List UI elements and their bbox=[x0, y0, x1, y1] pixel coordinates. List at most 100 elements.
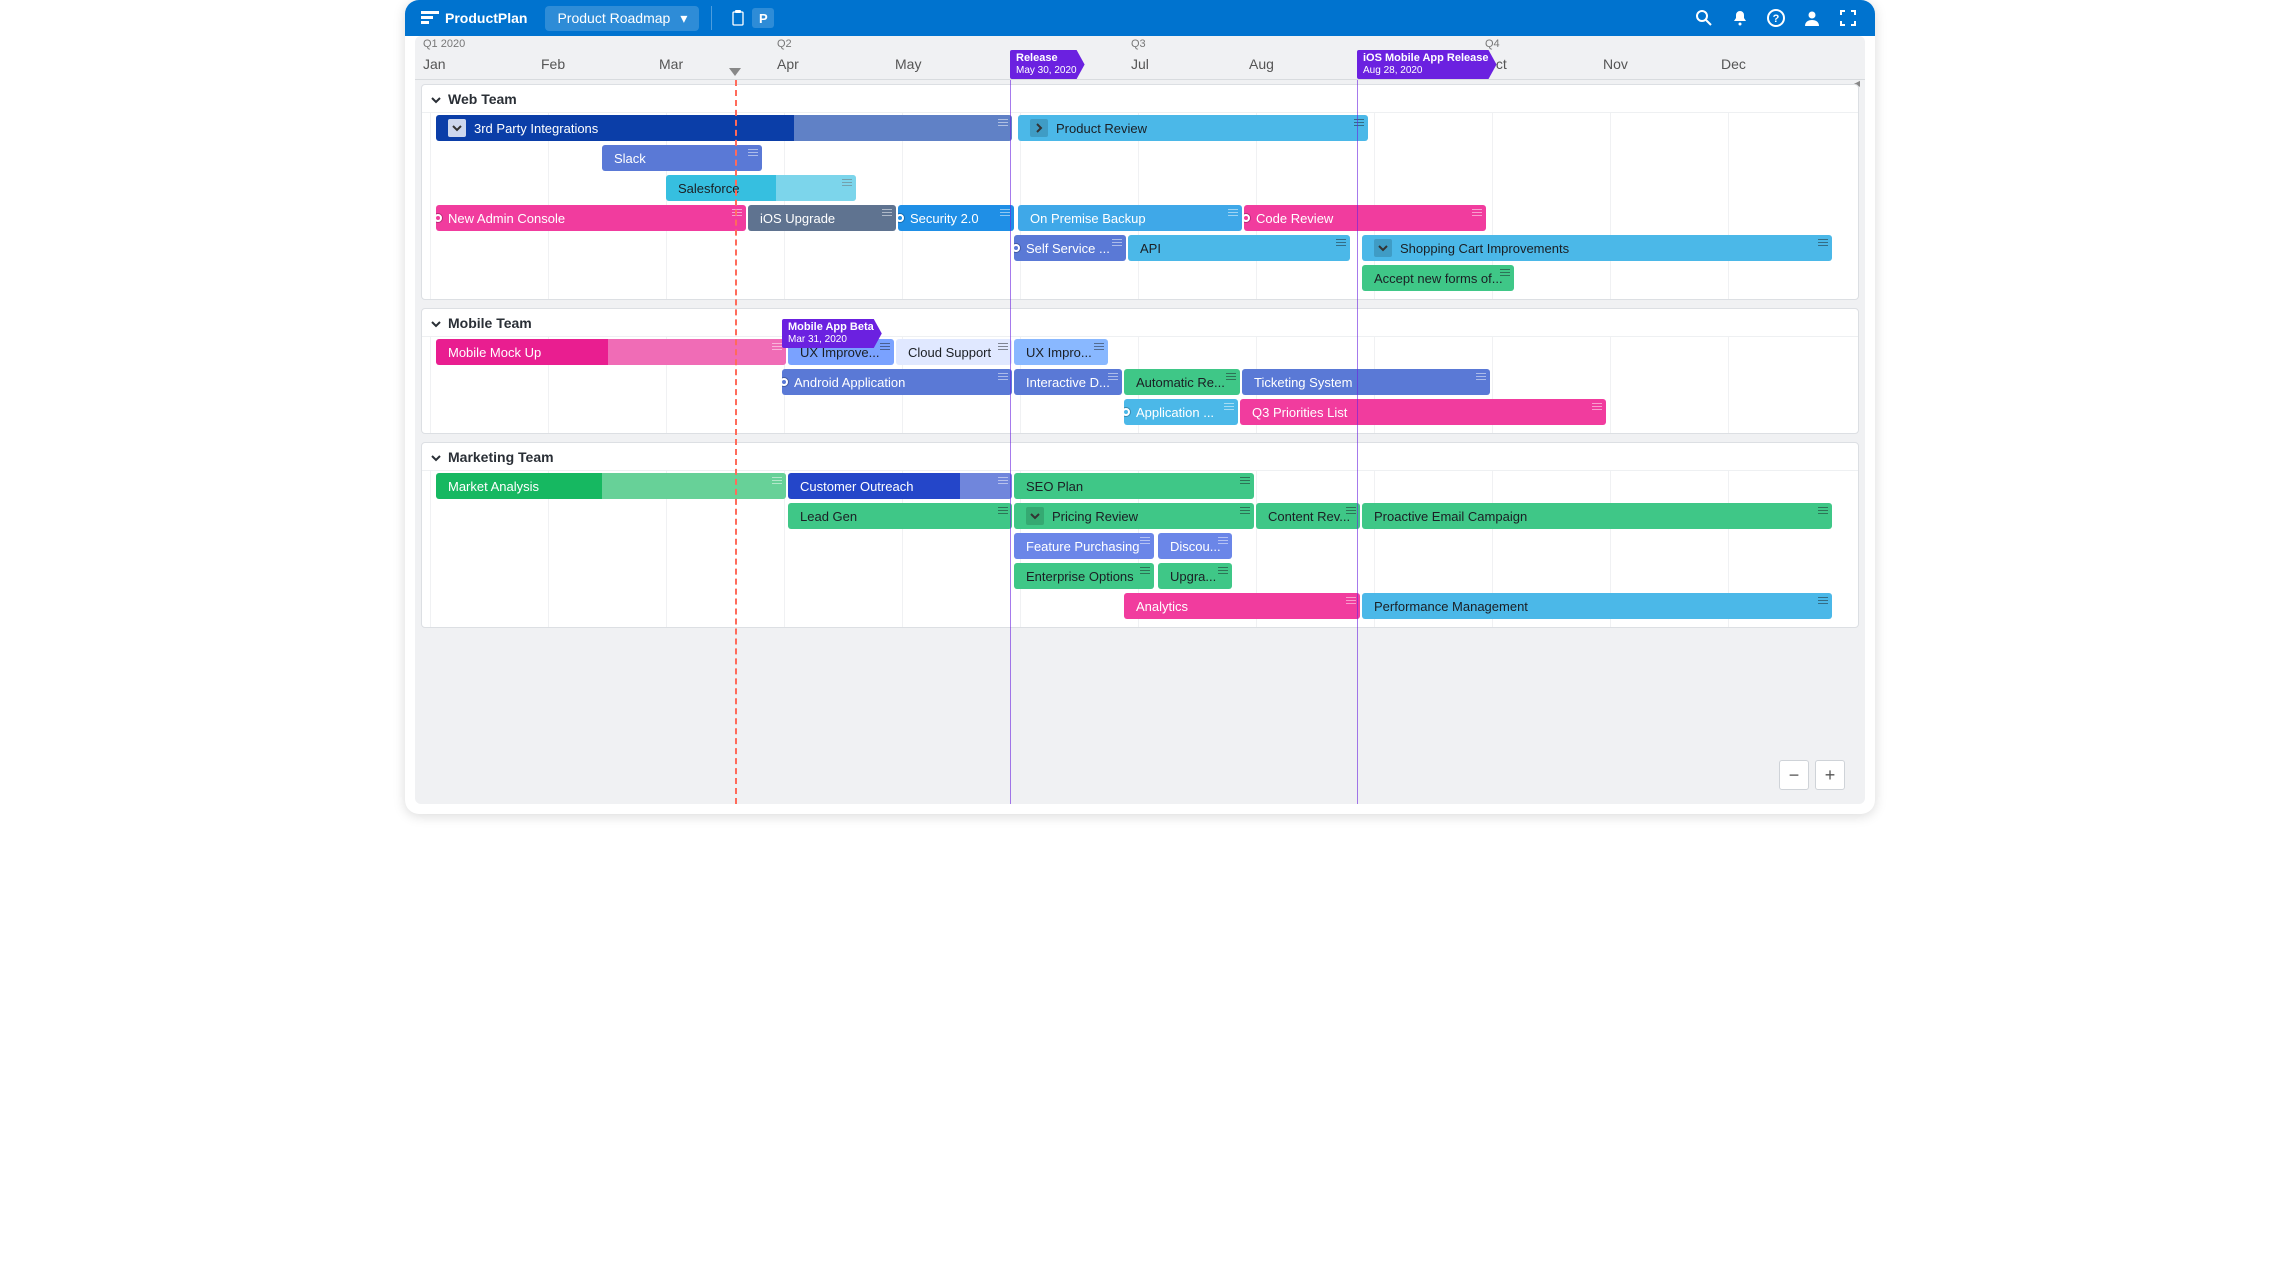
topbar: ProductPlan Product Roadmap ▾ P ? bbox=[405, 0, 1875, 36]
roadmap-bar[interactable]: Self Service ... bbox=[1014, 235, 1126, 261]
bar-label: Analytics bbox=[1136, 599, 1188, 614]
lane-title: Web Team bbox=[448, 91, 517, 107]
roadmap-bar[interactable]: SEO Plan bbox=[1014, 473, 1254, 499]
link-icon bbox=[782, 378, 788, 386]
month-label[interactable]: Feb bbox=[541, 56, 565, 72]
lane-header[interactable]: Mobile Team bbox=[422, 309, 1858, 337]
roadmap-bar[interactable]: Slack bbox=[602, 145, 762, 171]
roadmap-bar[interactable]: Discou... bbox=[1158, 533, 1232, 559]
roadmap-bar[interactable]: 3rd Party Integrations bbox=[436, 115, 1012, 141]
milestone-marker[interactable]: iOS Mobile App ReleaseAug 28, 2020 bbox=[1357, 50, 1497, 79]
roadmap-bar[interactable]: Accept new forms of... bbox=[1362, 265, 1514, 291]
bar-label: UX Impro... bbox=[1026, 345, 1092, 360]
clipboard-button[interactable] bbox=[724, 4, 752, 32]
expand-icon[interactable] bbox=[1026, 507, 1044, 525]
progress-shade bbox=[960, 473, 1012, 499]
month-label[interactable]: May bbox=[895, 56, 921, 72]
roadmap-bar[interactable]: Lead Gen bbox=[788, 503, 1012, 529]
roadmap-bar[interactable]: On Premise Backup bbox=[1018, 205, 1242, 231]
parking-lot-button[interactable]: P bbox=[752, 8, 774, 28]
month-label[interactable]: Jan bbox=[423, 56, 446, 72]
lane: Mobile TeamMobile Mock UpUX Improve...Cl… bbox=[421, 308, 1859, 434]
user-icon[interactable] bbox=[1803, 9, 1821, 27]
roadmap-bar[interactable]: Mobile Mock Up bbox=[436, 339, 786, 365]
fullscreen-icon[interactable] bbox=[1839, 9, 1857, 27]
roadmap-bar[interactable]: Upgra... bbox=[1158, 563, 1232, 589]
roadmap-bar[interactable]: New Admin Console bbox=[436, 205, 746, 231]
roadmap-bar[interactable]: Automatic Re... bbox=[1124, 369, 1240, 395]
lane-row: Salesforce bbox=[422, 173, 1858, 203]
grip-icon bbox=[1140, 567, 1150, 575]
comment-icon[interactable] bbox=[1366, 115, 1368, 127]
zoom-in-button[interactable]: + bbox=[1815, 760, 1845, 790]
roadmap-bar[interactable]: API bbox=[1128, 235, 1350, 261]
roadmap-bar[interactable]: Enterprise Options bbox=[1014, 563, 1154, 589]
grip-icon bbox=[1476, 373, 1486, 381]
svg-text:?: ? bbox=[1773, 13, 1780, 25]
roadmap-bar[interactable]: Shopping Cart Improvements bbox=[1362, 235, 1832, 261]
milestone-marker[interactable]: ReleaseMay 30, 2020 bbox=[1010, 50, 1085, 79]
topbar-right: ? bbox=[1695, 9, 1867, 27]
month-label[interactable]: Jul bbox=[1131, 56, 1149, 72]
grip-icon bbox=[1224, 403, 1234, 411]
month-label[interactable]: Dec bbox=[1721, 56, 1746, 72]
roadmap-canvas[interactable]: ◂ Q1 2020Q2Q3Q4JanFebMarAprMayJunJulAugS… bbox=[415, 36, 1865, 804]
bar-label: API bbox=[1140, 241, 1161, 256]
expand-icon[interactable] bbox=[448, 119, 466, 137]
roadmap-bar[interactable]: Ticketing System bbox=[1242, 369, 1490, 395]
grip-icon bbox=[748, 149, 758, 157]
grip-icon bbox=[1112, 239, 1122, 247]
expand-icon[interactable] bbox=[1030, 119, 1048, 137]
roadmap-bar[interactable]: Q3 Priorities List bbox=[1240, 399, 1606, 425]
lane-header[interactable]: Web Team bbox=[422, 85, 1858, 113]
roadmap-bar[interactable]: Product Review bbox=[1018, 115, 1368, 141]
month-label[interactable]: Mar bbox=[659, 56, 683, 72]
roadmap-bar[interactable]: Analytics bbox=[1124, 593, 1360, 619]
month-label[interactable]: Nov bbox=[1603, 56, 1628, 72]
roadmap-bar[interactable]: Proactive Email Campaign bbox=[1362, 503, 1832, 529]
roadmap-bar[interactable]: Pricing Review bbox=[1014, 503, 1254, 529]
grip-icon bbox=[882, 209, 892, 217]
bar-label: Pricing Review bbox=[1052, 509, 1138, 524]
roadmap-bar[interactable]: Android Application bbox=[782, 369, 1012, 395]
roadmap-bar[interactable]: UX Impro... bbox=[1014, 339, 1108, 365]
roadmap-bar[interactable]: Application ... bbox=[1124, 399, 1238, 425]
roadmap-selector[interactable]: Product Roadmap ▾ bbox=[545, 6, 699, 31]
progress-shade bbox=[608, 339, 786, 365]
roadmap-bar[interactable]: Salesforce bbox=[666, 175, 856, 201]
grip-icon bbox=[998, 373, 1008, 381]
bell-icon[interactable] bbox=[1731, 9, 1749, 27]
roadmap-bar[interactable]: Content Rev... bbox=[1256, 503, 1360, 529]
link-icon bbox=[898, 214, 904, 222]
roadmap-bar[interactable]: Security 2.0 bbox=[898, 205, 1014, 231]
search-icon[interactable] bbox=[1695, 9, 1713, 27]
link-icon bbox=[436, 214, 442, 222]
roadmap-bar[interactable]: Cloud Support bbox=[896, 339, 1012, 365]
roadmap-bar[interactable]: Customer Outreach bbox=[788, 473, 1012, 499]
bar-label: Discou... bbox=[1170, 539, 1221, 554]
bar-label: Content Rev... bbox=[1268, 509, 1350, 524]
milestone-marker[interactable]: Mobile App BetaMar 31, 2020 bbox=[782, 319, 882, 348]
grip-icon bbox=[1218, 567, 1228, 575]
lane-body: Mobile Mock UpUX Improve...Cloud Support… bbox=[422, 337, 1858, 433]
roadmap-bar[interactable]: Performance Management bbox=[1362, 593, 1832, 619]
brand[interactable]: ProductPlan bbox=[413, 10, 535, 26]
month-label[interactable]: Aug bbox=[1249, 56, 1274, 72]
link-icon bbox=[1244, 214, 1250, 222]
roadmap-bar[interactable]: Feature Purchasing bbox=[1014, 533, 1154, 559]
zoom-out-button[interactable]: − bbox=[1779, 760, 1809, 790]
grip-icon bbox=[1336, 239, 1346, 247]
roadmap-bar[interactable]: Code Review bbox=[1244, 205, 1486, 231]
month-label[interactable]: Apr bbox=[777, 56, 799, 72]
app-window: ProductPlan Product Roadmap ▾ P ? ◂ Q1 2… bbox=[405, 0, 1875, 814]
roadmap-bar[interactable]: Market Analysis bbox=[436, 473, 786, 499]
comment-icon[interactable] bbox=[1010, 369, 1012, 381]
roadmap-bar[interactable]: iOS Upgrade bbox=[748, 205, 896, 231]
bar-label: Slack bbox=[614, 151, 646, 166]
lane-header[interactable]: Marketing Team bbox=[422, 443, 1858, 471]
grip-icon bbox=[1228, 209, 1238, 217]
help-icon[interactable]: ? bbox=[1767, 9, 1785, 27]
grip-icon bbox=[1818, 507, 1828, 515]
roadmap-bar[interactable]: Interactive D... bbox=[1014, 369, 1122, 395]
expand-icon[interactable] bbox=[1374, 239, 1392, 257]
